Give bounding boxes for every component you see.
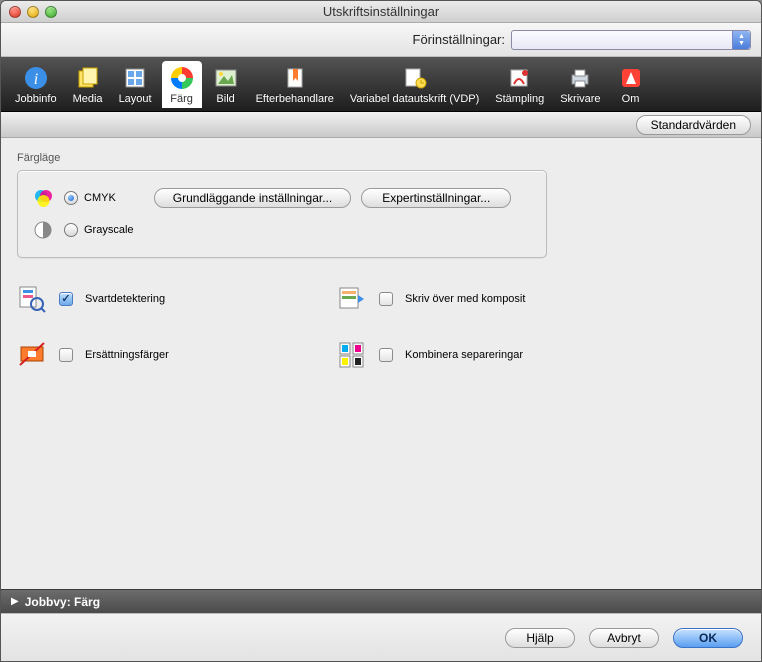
grayscale-radio[interactable]: Grayscale <box>64 223 134 237</box>
combine-separations-row: Kombinera separeringar <box>337 340 677 370</box>
image-icon <box>212 64 240 92</box>
expert-settings-button[interactable]: Expertinställningar... <box>361 188 511 208</box>
combine-separations-icon <box>337 340 367 370</box>
tab-label: Skrivare <box>560 93 600 105</box>
media-icon <box>74 64 102 92</box>
substitute-colors-icon <box>17 340 47 370</box>
tab-layout[interactable]: Layout <box>113 61 158 108</box>
grayscale-icon <box>32 219 54 241</box>
cancel-button[interactable]: Avbryt <box>589 628 659 648</box>
black-detect-label: Svartdetektering <box>85 293 165 305</box>
options-grid: Svartdetektering Skriv över med komposit… <box>17 284 745 370</box>
close-icon[interactable] <box>9 6 21 18</box>
ok-button[interactable]: OK <box>673 628 743 648</box>
about-icon <box>617 64 645 92</box>
black-detect-checkbox[interactable] <box>59 292 73 306</box>
substitute-colors-label: Ersättningsfärger <box>85 349 169 361</box>
dropdown-arrows-icon: ▲▼ <box>732 31 750 49</box>
color-wheel-icon <box>168 64 196 92</box>
black-detect-icon <box>17 284 47 314</box>
tab-label: Variabel datautskrift (VDP) <box>350 93 479 105</box>
printer-icon <box>566 64 594 92</box>
help-button[interactable]: Hjälp <box>505 628 575 648</box>
svg-text:i: i <box>34 71 38 88</box>
color-mode-title: Färgläge <box>17 152 745 164</box>
tab-label: Om <box>622 93 640 105</box>
composite-overwrite-label: Skriv över med komposit <box>405 293 525 305</box>
grayscale-label: Grayscale <box>84 224 134 236</box>
subbar: Standardvärden <box>1 112 761 138</box>
tab-media[interactable]: Media <box>67 61 109 108</box>
tab-label: Jobbinfo <box>15 93 57 105</box>
basic-settings-button[interactable]: Grundläggande inställningar... <box>154 188 351 208</box>
tab-label: Efterbehandlare <box>256 93 334 105</box>
tab-image[interactable]: Bild <box>206 61 246 108</box>
info-icon: i <box>22 64 50 92</box>
vdp-icon <box>401 64 429 92</box>
window-title: Utskriftsinställningar <box>1 4 761 19</box>
bookmark-icon <box>281 64 309 92</box>
layout-icon <box>121 64 149 92</box>
tab-label: Layout <box>119 93 152 105</box>
tab-stamping[interactable]: Stämpling <box>489 61 550 108</box>
cmyk-icon <box>32 187 54 209</box>
radio-icon <box>64 191 78 205</box>
defaults-button[interactable]: Standardvärden <box>636 115 751 135</box>
titlebar: Utskriftsinställningar <box>1 1 761 23</box>
zoom-icon[interactable] <box>45 6 57 18</box>
tab-label: Bild <box>216 93 234 105</box>
dialog-buttons: Hjälp Avbryt OK <box>1 613 761 661</box>
tab-jobinfo[interactable]: i Jobbinfo <box>9 61 63 108</box>
stamp-icon <box>506 64 534 92</box>
substitute-colors-checkbox[interactable] <box>59 348 73 362</box>
toolbar: i Jobbinfo Media Layout Färg Bi <box>1 57 761 112</box>
tab-label: Media <box>73 93 103 105</box>
tab-label: Stämpling <box>495 93 544 105</box>
substitute-colors-row: Ersättningsfärger <box>17 340 337 370</box>
minimize-icon[interactable] <box>27 6 39 18</box>
cmyk-label: CMYK <box>84 192 116 204</box>
presets-label: Förinställningar: <box>413 32 506 47</box>
content-area: Färgläge CMYK Grundläggande inställninga… <box>1 138 761 589</box>
composite-overwrite-icon <box>337 284 367 314</box>
radio-icon <box>64 223 78 237</box>
tab-finishing[interactable]: Efterbehandlare <box>250 61 340 108</box>
tab-printer[interactable]: Skrivare <box>554 61 606 108</box>
presets-bar: Förinställningar: ▲▼ <box>1 23 761 57</box>
presets-dropdown[interactable]: ▲▼ <box>511 30 751 50</box>
color-mode-group: CMYK Grundläggande inställningar... Expe… <box>17 170 547 258</box>
cmyk-radio[interactable]: CMYK <box>64 191 116 205</box>
composite-overwrite-row: Skriv över med komposit <box>337 284 677 314</box>
print-settings-window: Utskriftsinställningar Förinställningar:… <box>0 0 762 662</box>
tab-about[interactable]: Om <box>611 61 651 108</box>
disclosure-triangle-icon: ▶ <box>11 596 19 607</box>
jobview-bar[interactable]: ▶ Jobbvy: Färg <box>1 589 761 613</box>
tab-color[interactable]: Färg <box>162 61 202 108</box>
window-controls <box>9 6 57 18</box>
tab-vdp[interactable]: Variabel datautskrift (VDP) <box>344 61 485 108</box>
black-detect-row: Svartdetektering <box>17 284 337 314</box>
composite-overwrite-checkbox[interactable] <box>379 292 393 306</box>
tab-label: Färg <box>170 93 193 105</box>
jobview-label: Jobbvy: Färg <box>25 595 100 609</box>
combine-separations-label: Kombinera separeringar <box>405 349 523 361</box>
combine-separations-checkbox[interactable] <box>379 348 393 362</box>
